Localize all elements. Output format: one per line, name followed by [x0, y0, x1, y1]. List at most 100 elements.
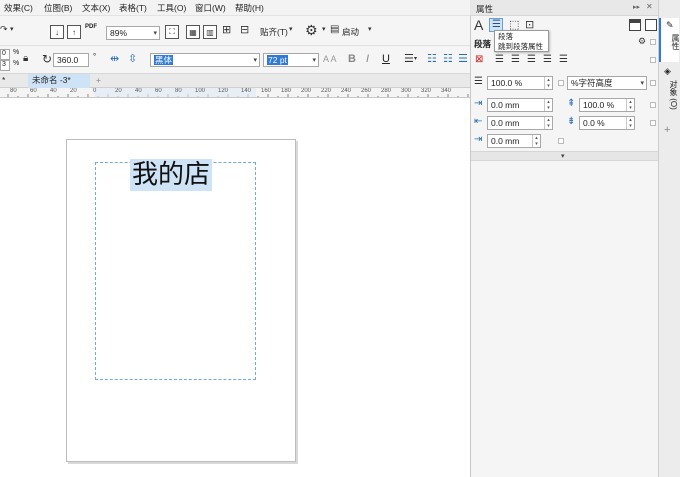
dropdown-arrow-icon[interactable]: ▾ [10, 26, 14, 33]
show-rulers-button[interactable]: ▦ [186, 25, 200, 39]
options-dropdown-icon[interactable]: ▾ [322, 26, 326, 33]
ruler-label: 60 [155, 88, 162, 94]
snap-dropdown-icon[interactable]: ▾ [289, 26, 293, 33]
mirror-horizontal-icon[interactable]: ⇹ [110, 54, 119, 65]
italic-button[interactable]: I [366, 53, 369, 65]
spinner-icon[interactable]: ▴ ▾ [544, 117, 552, 129]
space-before-lock-checkbox[interactable] [650, 102, 656, 108]
lock-ratio-icon[interactable]: 🔒︎ [23, 54, 28, 64]
launch-dropdown-icon[interactable]: ▾ [368, 26, 372, 33]
panel-option-button[interactable] [629, 19, 641, 31]
numbered-list-icon[interactable]: ☷ [443, 54, 453, 65]
snap-to-button[interactable]: 贴齐(T) [260, 26, 288, 38]
expand-section-bar[interactable]: ▾ [471, 151, 658, 161]
show-grid-button[interactable]: ▥ [203, 25, 217, 39]
panel-option-button-2[interactable] [645, 19, 657, 31]
menu-bitmaps[interactable]: 位图(B) [44, 2, 72, 14]
export-button[interactable]: ↑ [67, 25, 81, 39]
snap-icon[interactable]: ⊟ [240, 25, 249, 36]
right-indent-lock-checkbox[interactable] [558, 138, 564, 144]
full-screen-button[interactable]: ⛶ [165, 25, 179, 39]
first-line-indent-input[interactable]: 0.0 mm ▴ ▾ [487, 116, 553, 130]
space-after-lock-checkbox[interactable] [650, 120, 656, 126]
add-docker-button[interactable]: + [664, 124, 670, 136]
spinner-icon[interactable]: ▴ ▾ [626, 117, 634, 129]
pdf-export-button[interactable]: PDF [85, 24, 97, 30]
line-spacing-input[interactable]: 100.0 % ▴ ▾ [487, 76, 553, 90]
line-spacing-unit-select[interactable]: %字符高度 ▾ [567, 76, 647, 90]
paragraph-text-frame[interactable] [95, 162, 256, 380]
launch-button[interactable]: 启动 [342, 26, 359, 38]
unit-lock-checkbox[interactable] [650, 80, 656, 86]
ruler-label: 80 [10, 88, 17, 94]
expand-chevron-icon: ▾ [561, 153, 565, 160]
redo-arrow-icon[interactable]: ↷ [0, 25, 8, 34]
menu-tools[interactable]: 工具(O) [157, 2, 186, 14]
collapse-panel-icon[interactable]: ▸▸ [633, 3, 640, 11]
align-dropdown-icon[interactable]: ▾ [414, 56, 417, 62]
align-force-justify-icon[interactable]: ☰ [559, 54, 568, 65]
bullet-list-icon[interactable]: ☷ [427, 54, 437, 65]
spinner-icon[interactable]: ▴ ▾ [532, 135, 540, 147]
space-after-input[interactable]: 0.0 % ▴ ▾ [579, 116, 635, 130]
left-indent-icon: ⇥ [474, 98, 483, 109]
objects-docker-tab[interactable]: ◈ 对象 (O) [659, 66, 679, 118]
paragraph-tooltip: 段落 跳到段落属性 [494, 30, 549, 52]
grid-icon: ▥ [206, 27, 214, 37]
section-lock-checkbox[interactable] [650, 39, 656, 45]
line-spacing-lock-checkbox[interactable] [558, 80, 564, 86]
align-left-icon[interactable]: ☰ [495, 54, 504, 65]
ruler-label: 200 [301, 88, 312, 94]
selected-text[interactable]: 我的店 [130, 159, 213, 191]
chevron-down-icon: ▾ [312, 57, 316, 64]
font-family-value: 黑体 [154, 55, 174, 65]
spinner-icon[interactable]: ▴ ▾ [626, 99, 634, 111]
menu-help[interactable]: 帮助(H) [235, 2, 264, 14]
section-settings-icon[interactable]: ⚙ [638, 36, 646, 47]
character-icon[interactable]: A [474, 17, 483, 33]
gear-icon[interactable]: ⚙ [305, 23, 318, 37]
scale-y-input[interactable]: 3 [0, 60, 10, 71]
font-family-select[interactable]: 黑体 ▾ [150, 53, 260, 67]
tab-previous-document[interactable]: * [0, 74, 9, 88]
underline-button[interactable]: U [382, 53, 390, 65]
menu-bar: 效果(C) 位图(B) 文本(X) 表格(T) 工具(O) 窗口(W) 帮助(H… [0, 0, 470, 16]
font-aa-button[interactable]: A A [323, 54, 337, 64]
ruler-label: 280 [381, 88, 392, 94]
add-tab-button[interactable]: + [92, 74, 105, 88]
right-indent-input[interactable]: 0.0 mm ▴ ▾ [487, 134, 541, 148]
close-icon[interactable]: ✕ [646, 2, 653, 11]
tab-untitled-3[interactable]: 未命名 -3* [28, 74, 90, 88]
font-size-select[interactable]: 72 pt ▾ [263, 53, 319, 67]
menu-text[interactable]: 文本(X) [82, 2, 110, 14]
align-center-icon[interactable]: ☰ [511, 54, 520, 65]
properties-docker-tab[interactable]: ✎ 属性 [659, 18, 680, 62]
spinner-icon[interactable]: ▴ ▾ [544, 99, 552, 111]
align-justify-icon[interactable]: ☰ [543, 54, 552, 65]
properties-panel-header: 属性 ▸▸ ✕ [470, 0, 658, 16]
align-lock-checkbox[interactable] [650, 57, 656, 63]
ruler-label: 160 [261, 88, 272, 94]
text-align-icon[interactable]: ☰ [404, 54, 414, 65]
space-before-input[interactable]: 100.0 % ▴ ▾ [579, 98, 635, 112]
zoom-value: 89% [110, 28, 128, 38]
bold-button[interactable]: B [348, 53, 356, 65]
right-indent-icon: ⇥ [474, 134, 483, 145]
rotation-angle-input[interactable]: 360.0 [53, 53, 89, 67]
mirror-vertical-icon[interactable]: ⇳ [128, 54, 137, 65]
import-button[interactable]: ↓ [50, 25, 64, 39]
spinner-icon[interactable]: ▴ ▾ [544, 77, 552, 89]
no-align-icon[interactable]: ⊠ [475, 54, 483, 65]
zoom-level-select[interactable]: 89% ▾ [106, 26, 160, 40]
drop-cap-icon[interactable]: ☰ [458, 54, 468, 65]
paragraph-icon: ☰ [492, 19, 501, 30]
align-right-icon[interactable]: ☰ [527, 54, 536, 65]
horizontal-ruler[interactable]: 80 60 40 20 0 20 40 60 80 100 120 140 16… [0, 88, 470, 98]
scale-x-input[interactable]: 0 [0, 49, 10, 60]
guidelines-icon[interactable]: ⊞ [222, 25, 231, 36]
import-icon: ↓ [55, 27, 59, 37]
menu-window[interactable]: 窗口(W) [195, 2, 226, 14]
left-indent-input[interactable]: 0.0 mm ▴ ▾ [487, 98, 553, 112]
menu-table[interactable]: 表格(T) [119, 2, 147, 14]
menu-effects[interactable]: 效果(C) [4, 2, 33, 14]
